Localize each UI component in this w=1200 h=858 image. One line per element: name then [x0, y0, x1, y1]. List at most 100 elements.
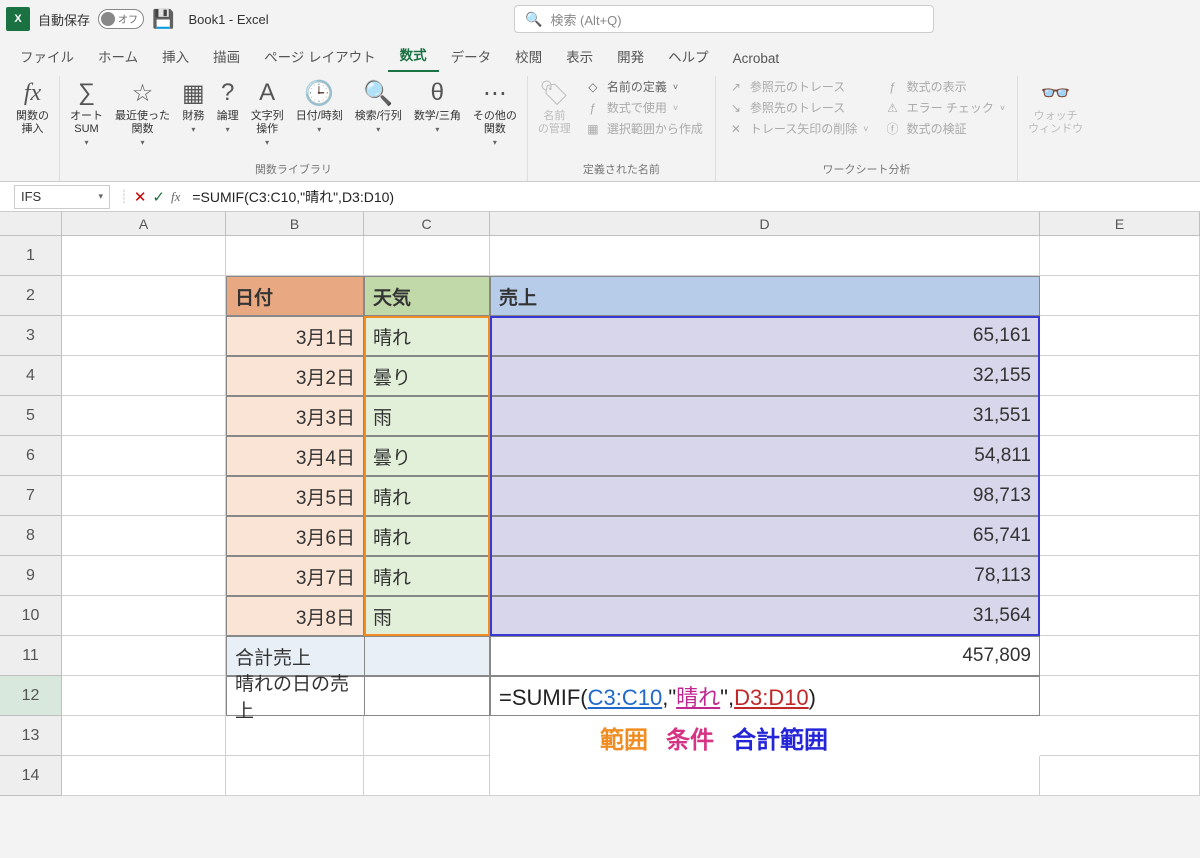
row-header-10[interactable]: 10 — [0, 596, 62, 636]
trace-dependents-button[interactable]: ↘参照先のトレース — [728, 99, 869, 116]
cell-C12[interactable] — [364, 676, 490, 716]
sunny-label[interactable]: 晴れの日の売上 — [226, 676, 364, 716]
cell-sales-10[interactable]: 31,564 — [490, 596, 1040, 636]
header-date[interactable]: 日付 — [226, 276, 364, 316]
row-header-12[interactable]: 12 — [0, 676, 62, 716]
cell-A14[interactable] — [62, 756, 226, 796]
cell-E4[interactable] — [1040, 356, 1200, 396]
cell-A2[interactable] — [62, 276, 226, 316]
cell-date-8[interactable]: 3月6日 — [226, 516, 364, 556]
tab-挿入[interactable]: 挿入 — [150, 40, 201, 72]
cell-date-7[interactable]: 3月5日 — [226, 476, 364, 516]
trace-precedents-button[interactable]: ↗参照元のトレース — [728, 78, 869, 95]
row-header-14[interactable]: 14 — [0, 756, 62, 796]
cell-sales-6[interactable]: 54,811 — [490, 436, 1040, 476]
datetime-button[interactable]: 🕒日付/時刻▾ — [294, 76, 345, 136]
col-header-B[interactable]: B — [226, 212, 364, 235]
logical-button[interactable]: ?論理▾ — [215, 76, 241, 136]
cell-C13[interactable] — [364, 716, 490, 756]
autosave-toggle[interactable]: オフ — [98, 9, 144, 29]
fx-icon[interactable]: fx — [171, 189, 180, 205]
cancel-icon[interactable]: ✕ — [134, 188, 147, 206]
cell-date-6[interactable]: 3月4日 — [226, 436, 364, 476]
show-formulas-button[interactable]: ƒ数式の表示 — [885, 78, 1006, 95]
cell-A12[interactable] — [62, 676, 226, 716]
cell-date-5[interactable]: 3月3日 — [226, 396, 364, 436]
cell-E2[interactable] — [1040, 276, 1200, 316]
cell-A6[interactable] — [62, 436, 226, 476]
row-header-7[interactable]: 7 — [0, 476, 62, 516]
row-header-6[interactable]: 6 — [0, 436, 62, 476]
name-manager-button[interactable]: 🏷名前 の管理 — [536, 76, 573, 138]
tab-数式[interactable]: 数式 — [388, 38, 439, 72]
cell-date-3[interactable]: 3月1日 — [226, 316, 364, 356]
cell-A3[interactable] — [62, 316, 226, 356]
cell-weather-7[interactable]: 晴れ — [364, 476, 490, 516]
cell-A5[interactable] — [62, 396, 226, 436]
cell-E10[interactable] — [1040, 596, 1200, 636]
text-button[interactable]: A文字列 操作▾ — [249, 76, 286, 149]
select-all-corner[interactable] — [0, 212, 62, 235]
cell-sales-9[interactable]: 78,113 — [490, 556, 1040, 596]
cell-D14[interactable] — [490, 756, 1040, 796]
row-header-11[interactable]: 11 — [0, 636, 62, 676]
cell-C1[interactable] — [364, 236, 490, 276]
header-sales[interactable]: 売上 — [490, 276, 1040, 316]
recent-functions-button[interactable]: ☆最近使った 関数▾ — [113, 76, 172, 149]
namebox-dropdown-icon[interactable]: ▾ — [98, 191, 103, 202]
error-check-button[interactable]: ⚠エラー チェック ˅ — [885, 99, 1006, 116]
cell-E12[interactable] — [1040, 676, 1200, 716]
col-header-D[interactable]: D — [490, 212, 1040, 235]
cell-A10[interactable] — [62, 596, 226, 636]
cell-A7[interactable] — [62, 476, 226, 516]
cell-E1[interactable] — [1040, 236, 1200, 276]
cell-weather-10[interactable]: 雨 — [364, 596, 490, 636]
spreadsheet-grid[interactable]: A B C D E 1 2 日付 天気 売上 3 3月1日 晴れ 65,161 … — [0, 212, 1200, 796]
cell-date-4[interactable]: 3月2日 — [226, 356, 364, 396]
cell-A11[interactable] — [62, 636, 226, 676]
cell-date-10[interactable]: 3月8日 — [226, 596, 364, 636]
cell-D13[interactable]: 範囲 条件 合計範囲 — [490, 716, 1040, 756]
tab-校閲[interactable]: 校閲 — [503, 40, 554, 72]
cell-A8[interactable] — [62, 516, 226, 556]
tab-ページ レイアウト[interactable]: ページ レイアウト — [252, 40, 387, 72]
tab-データ[interactable]: データ — [439, 40, 504, 72]
cell-E5[interactable] — [1040, 396, 1200, 436]
math-button[interactable]: θ数学/三角▾ — [412, 76, 463, 136]
row-header-9[interactable]: 9 — [0, 556, 62, 596]
col-header-A[interactable]: A — [62, 212, 226, 235]
row-header-13[interactable]: 13 — [0, 716, 62, 756]
col-header-C[interactable]: C — [364, 212, 490, 235]
cell-E13[interactable] — [1040, 716, 1200, 756]
tab-ホーム[interactable]: ホーム — [86, 40, 150, 72]
define-name-button[interactable]: ◇名前の定義 ˅ — [585, 78, 703, 95]
enter-icon[interactable]: ✓ — [152, 188, 165, 206]
cell-E9[interactable] — [1040, 556, 1200, 596]
create-from-selection-button[interactable]: ▦選択範囲から作成 — [585, 120, 703, 137]
cell-B1[interactable] — [226, 236, 364, 276]
cell-weather-9[interactable]: 晴れ — [364, 556, 490, 596]
cell-weather-5[interactable]: 雨 — [364, 396, 490, 436]
financial-button[interactable]: ▦財務▾ — [180, 76, 207, 136]
cell-sales-7[interactable]: 98,713 — [490, 476, 1040, 516]
cell-A13[interactable] — [62, 716, 226, 756]
col-header-E[interactable]: E — [1040, 212, 1200, 235]
cell-sales-4[interactable]: 32,155 — [490, 356, 1040, 396]
cell-E11[interactable] — [1040, 636, 1200, 676]
row-header-3[interactable]: 3 — [0, 316, 62, 356]
use-in-formula-button[interactable]: ƒ数式で使用 ˅ — [585, 99, 703, 116]
cell-weather-3[interactable]: 晴れ — [364, 316, 490, 356]
cell-A9[interactable] — [62, 556, 226, 596]
autosum-button[interactable]: ∑オート SUM▾ — [68, 76, 105, 149]
tab-表示[interactable]: 表示 — [554, 40, 605, 72]
cell-E3[interactable] — [1040, 316, 1200, 356]
cell-weather-4[interactable]: 曇り — [364, 356, 490, 396]
tab-ファイル[interactable]: ファイル — [8, 40, 86, 72]
tab-Acrobat[interactable]: Acrobat — [721, 45, 792, 72]
cell-C14[interactable] — [364, 756, 490, 796]
row-header-4[interactable]: 4 — [0, 356, 62, 396]
header-weather[interactable]: 天気 — [364, 276, 490, 316]
cell-date-9[interactable]: 3月7日 — [226, 556, 364, 596]
search-box[interactable]: 🔍 検索 (Alt+Q) — [514, 5, 934, 33]
row-header-2[interactable]: 2 — [0, 276, 62, 316]
